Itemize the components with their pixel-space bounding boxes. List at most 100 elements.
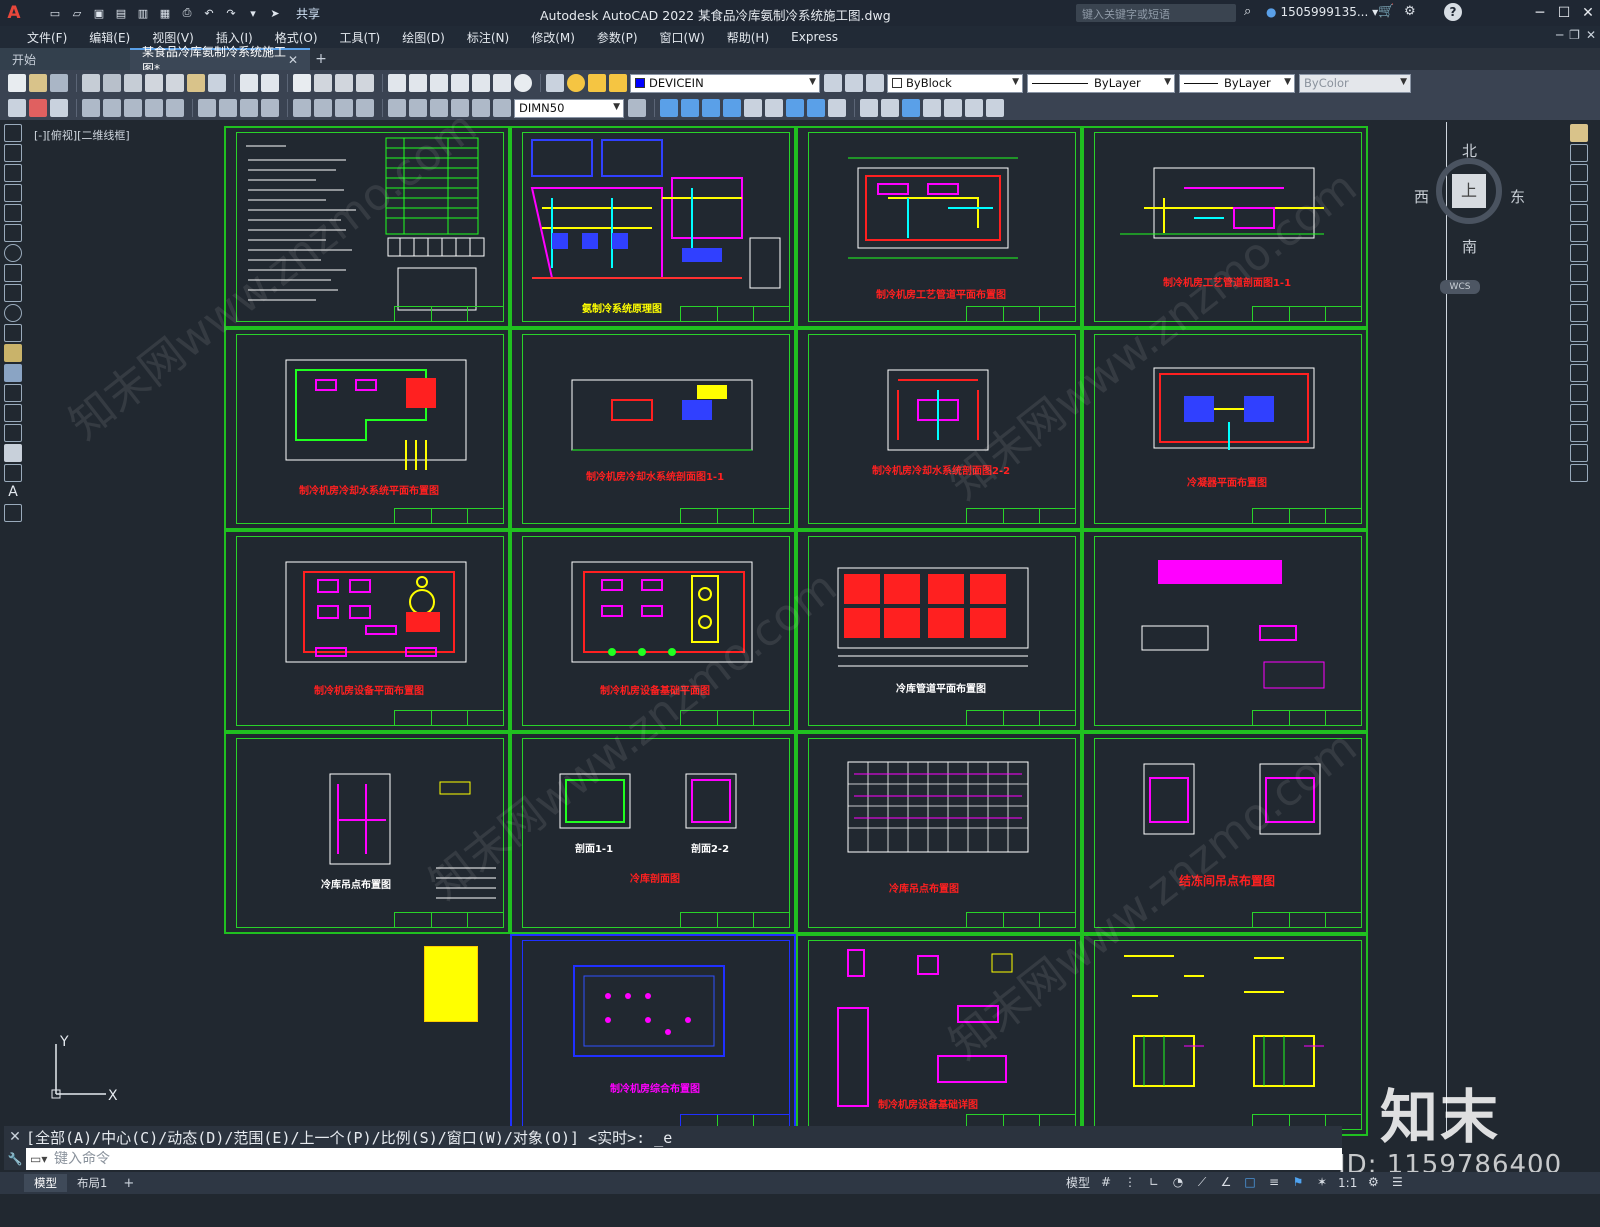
help-icon[interactable] — [514, 74, 532, 92]
diameter-icon[interactable] — [219, 99, 237, 117]
continue-icon[interactable] — [314, 99, 332, 117]
render-tool-icon[interactable] — [881, 99, 899, 117]
dim-space-icon[interactable] — [335, 99, 353, 117]
dim-tool-icon[interactable] — [29, 99, 47, 117]
angular-icon[interactable] — [240, 99, 258, 117]
match-properties-icon[interactable] — [208, 74, 226, 92]
new-tab-button[interactable]: + — [310, 48, 332, 70]
revcloud-icon[interactable] — [4, 264, 22, 282]
trim-icon[interactable] — [1570, 304, 1588, 322]
undo-icon[interactable]: ↶ — [200, 5, 218, 21]
layer-on-icon[interactable] — [567, 74, 585, 92]
copy-icon[interactable] — [1570, 144, 1588, 162]
search-icon[interactable]: ⌕ — [1244, 4, 1251, 19]
jogged-icon[interactable] — [198, 99, 216, 117]
join-icon[interactable] — [1570, 384, 1588, 402]
modify-tool-icon[interactable] — [807, 99, 825, 117]
snap-icon[interactable]: ⋮ — [1122, 1175, 1138, 1191]
recent-commands-icon[interactable]: ▭▾ — [26, 1152, 54, 1166]
tab-model[interactable]: 模型 — [24, 1174, 67, 1192]
sheet-machine-room-pipe-section[interactable]: 制冷机房工艺管道剖面图1-1 — [1082, 126, 1368, 328]
radius-icon[interactable] — [166, 99, 184, 117]
point-icon[interactable] — [4, 384, 22, 402]
zoom-window-icon[interactable] — [335, 74, 353, 92]
render-tool-icon[interactable] — [944, 99, 962, 117]
sheet-machine-room-layout[interactable]: 制冷机房综合布置图 — [510, 934, 796, 1136]
share-icon[interactable]: ➤ — [266, 5, 284, 21]
sheet-details[interactable] — [1082, 530, 1368, 732]
viewport-controls[interactable]: [-][俯视][二维线框] — [34, 127, 130, 143]
lineweight-icon[interactable]: ≡ — [1266, 1175, 1282, 1191]
new-icon[interactable] — [8, 74, 26, 92]
dim-edit-icon[interactable] — [472, 99, 490, 117]
cut-icon[interactable] — [145, 74, 163, 92]
menu-draw[interactable]: 绘图(D) — [391, 29, 456, 46]
user-account[interactable]: ● 1505999135... ▾ — [1266, 5, 1378, 19]
spline-icon[interactable] — [4, 284, 22, 302]
sheet-cooling-water-section-2[interactable]: 制冷机房冷却水系统剖面图2-2 — [796, 328, 1082, 530]
tool-palettes-icon[interactable] — [430, 74, 448, 92]
add-selected-icon[interactable] — [4, 504, 22, 522]
dim-tool-icon[interactable] — [50, 99, 68, 117]
save-icon[interactable] — [50, 74, 68, 92]
viewcube[interactable]: 上 北 南 西 东 — [1414, 140, 1525, 260]
render-tool-icon[interactable] — [986, 99, 1004, 117]
sheet-pipe-support-details[interactable] — [1082, 934, 1368, 1136]
isodraft-icon[interactable]: ⟋ — [1194, 1175, 1210, 1191]
layer-state-icon[interactable] — [866, 74, 884, 92]
sheet-foundation-details[interactable]: 制冷机房设备基础详图 — [796, 934, 1082, 1136]
annotation-visibility-icon[interactable]: ⚑ — [1290, 1175, 1306, 1191]
design-center-icon[interactable] — [409, 74, 427, 92]
properties-icon[interactable] — [388, 74, 406, 92]
sheet-cold-store-hanging-plan[interactable]: 冷库吊点布置图 — [796, 732, 1082, 934]
compass-north[interactable]: 北 — [1462, 140, 1477, 161]
tolerance-icon[interactable] — [388, 99, 406, 117]
color-dropdown[interactable]: ByBlock ▼ — [887, 73, 1023, 93]
help-icon[interactable]: ? — [1444, 3, 1462, 21]
markup-icon[interactable] — [472, 74, 490, 92]
aligned-dimension-icon[interactable] — [103, 99, 121, 117]
offset-icon[interactable] — [1570, 184, 1588, 202]
hatch-icon[interactable] — [4, 404, 22, 422]
break-icon[interactable] — [1570, 364, 1588, 382]
plot-preview-icon[interactable] — [103, 74, 121, 92]
tab-start[interactable]: 开始 — [0, 48, 130, 70]
menu-tools[interactable]: 工具(T) — [329, 29, 392, 46]
share-button[interactable]: 共享 — [296, 5, 320, 22]
modify-tool-icon[interactable] — [786, 99, 804, 117]
extend-icon[interactable] — [1570, 324, 1588, 342]
modify-tool-icon[interactable] — [828, 99, 846, 117]
sheet-cooling-water-section-1[interactable]: 制冷机房冷却水系统剖面图1-1 — [510, 328, 796, 530]
redo-icon[interactable]: ↷ — [222, 5, 240, 21]
ellipse-icon[interactable] — [4, 304, 22, 322]
save-as-icon[interactable]: ▤ — [112, 5, 130, 21]
layer-unlock-icon[interactable] — [609, 74, 627, 92]
layer-dropdown[interactable]: DEVICEIN ▼ — [630, 73, 820, 93]
modify-tool-icon[interactable] — [744, 99, 762, 117]
pan-icon[interactable] — [293, 74, 311, 92]
tab-drawing[interactable]: 某食品冷库氨制冷系统施工图* ✕ — [130, 45, 310, 76]
mirror-icon[interactable] — [1570, 164, 1588, 182]
render-tool-icon[interactable] — [902, 99, 920, 117]
model-space-toggle[interactable]: 模型 — [1066, 1174, 1090, 1191]
customize-icon[interactable]: 🔧 — [4, 1148, 26, 1170]
render-tool-icon[interactable] — [965, 99, 983, 117]
sheet-equipment-plan[interactable]: 制冷机房设备平面布置图 — [224, 530, 510, 732]
help-search-input[interactable]: 键入关键字或短语 — [1076, 4, 1236, 22]
doc-minimize-icon[interactable]: ─ — [1556, 28, 1563, 42]
auto-scale-icon[interactable]: ✶ — [1314, 1175, 1330, 1191]
undo-icon[interactable] — [240, 74, 258, 92]
sheet-condenser-plan[interactable]: 冷凝器平面布置图 — [1082, 328, 1368, 530]
layer-previous-icon[interactable] — [845, 74, 863, 92]
qat-dropdown-icon[interactable]: ▾ — [244, 5, 262, 21]
construction-line-icon[interactable] — [4, 144, 22, 162]
menu-file[interactable]: 文件(F) — [16, 29, 78, 46]
render-tool-icon[interactable] — [860, 99, 878, 117]
menu-express[interactable]: Express — [780, 30, 849, 44]
move-icon[interactable] — [1570, 224, 1588, 242]
modify-tool-icon[interactable] — [765, 99, 783, 117]
sheet-cold-store-pipe-plan[interactable]: 冷库管道平面布置图 — [796, 530, 1082, 732]
lineweight-dropdown[interactable]: ByLayer ▼ — [1179, 73, 1295, 93]
menu-help[interactable]: 帮助(H) — [716, 29, 780, 46]
arc-icon[interactable] — [4, 224, 22, 242]
